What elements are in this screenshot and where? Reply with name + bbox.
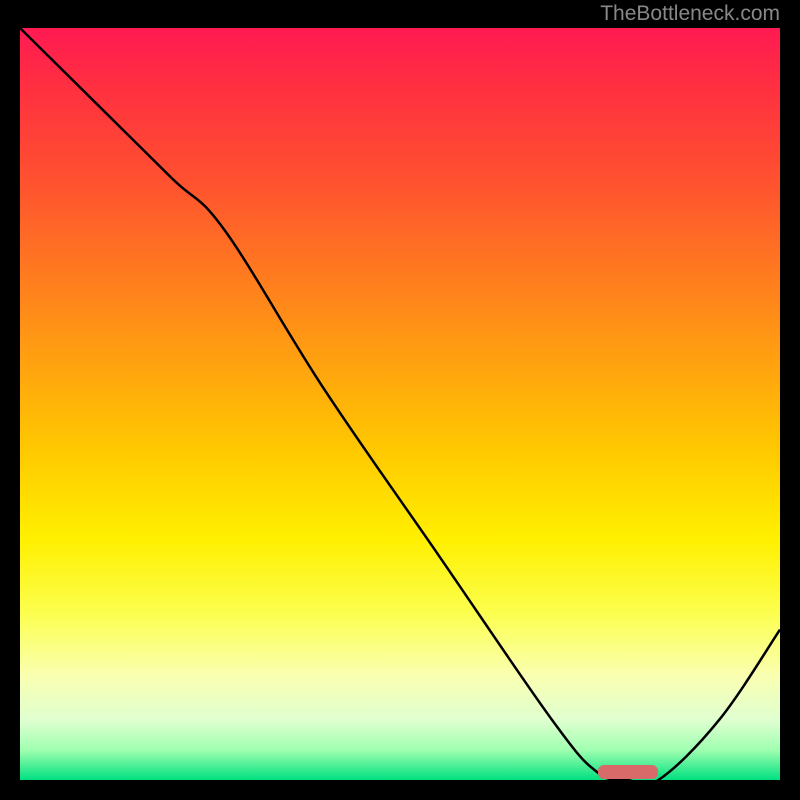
chart-plot-area — [20, 28, 780, 780]
watermark-text: TheBottleneck.com — [600, 2, 780, 26]
optimal-range-marker — [598, 765, 659, 779]
bottleneck-curve — [20, 28, 780, 780]
